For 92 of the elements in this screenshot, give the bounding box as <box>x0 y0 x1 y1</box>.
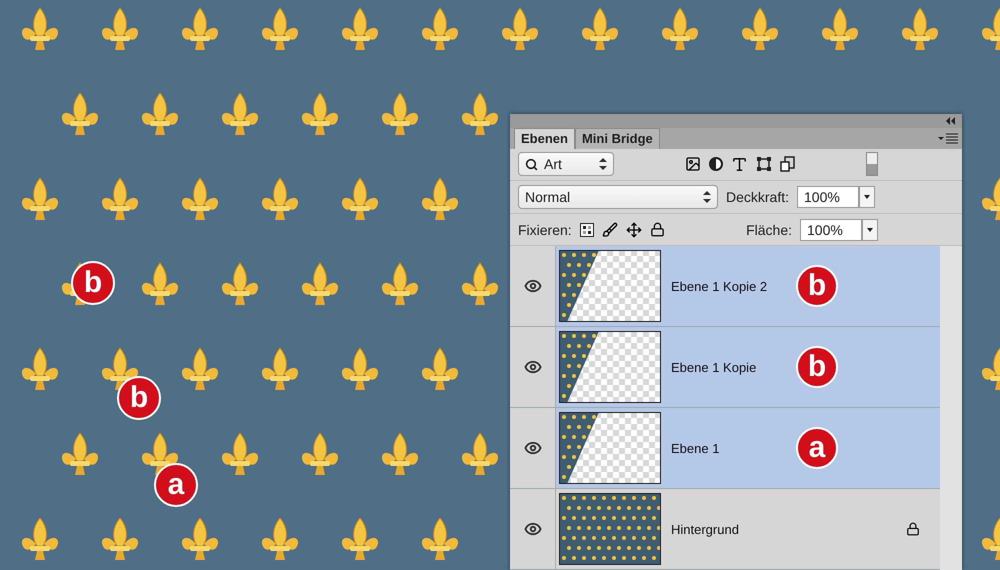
fill-dropdown-button[interactable] <box>862 218 878 241</box>
fleur-de-lis-drawing <box>22 348 58 390</box>
fleur-de-lis-drawing <box>142 92 178 135</box>
blend-mode-select[interactable]: Normal <box>518 184 718 209</box>
transform-icon[interactable] <box>756 156 772 172</box>
move-icon[interactable] <box>626 222 642 238</box>
fleur-de-lis-drawing <box>62 92 98 135</box>
fleur-de-lis-drawing <box>302 262 338 305</box>
fleur-de-lis-drawing <box>262 518 298 560</box>
fleur-de-lis-drawing <box>982 518 1000 560</box>
fleur-de-lis-drawing <box>142 262 178 305</box>
layer-row[interactable]: Ebene 1 Kopie b <box>510 327 940 408</box>
caret-icon <box>867 228 873 232</box>
callout-badge: b <box>117 376 161 420</box>
up-down-arrows-icon <box>599 158 607 170</box>
layer-name: Ebene 1 Kopie 2 <box>671 278 768 294</box>
fleur-de-lis-drawing <box>262 178 298 220</box>
lock-transparency-icon[interactable] <box>580 222 594 237</box>
fleur-de-lis-drawing <box>902 8 938 50</box>
fleur-de-lis-drawing <box>662 8 698 50</box>
filter-toggle-icon[interactable] <box>866 152 878 176</box>
opacity-field[interactable]: 100% <box>797 186 860 208</box>
fleur-de-lis-drawing <box>262 8 298 50</box>
fleur-de-lis-drawing <box>222 262 258 305</box>
fleur-de-lis-drawing <box>382 432 418 475</box>
image-filter-icon[interactable] <box>684 156 700 172</box>
callout-badge: a <box>154 463 198 507</box>
layer-name: Ebene 1 <box>671 440 720 456</box>
up-down-arrows-icon <box>703 190 711 203</box>
opacity-dropdown-button[interactable] <box>859 186 876 208</box>
fill-field[interactable]: 100% <box>800 218 862 241</box>
fleur-de-lis-drawing <box>62 432 98 475</box>
panel-tab[interactable]: Ebenen <box>514 128 575 149</box>
layer-row[interactable]: Ebene 1 Kopie 2 b <box>510 246 940 328</box>
fleur-de-lis-drawing <box>182 178 218 220</box>
panel-tab[interactable]: Mini Bridge <box>574 128 660 149</box>
fleur-de-lis-drawing <box>102 178 138 220</box>
brush-icon[interactable] <box>602 222 618 238</box>
fleur-de-lis-drawing <box>22 8 58 50</box>
fleur-de-lis-drawing <box>182 348 218 390</box>
layer-row[interactable]: Ebene 1 a <box>510 408 940 490</box>
type-filter-icon[interactable] <box>730 156 748 173</box>
fleur-de-lis-drawing <box>982 8 1000 50</box>
fleur-de-lis-drawing <box>342 348 378 390</box>
fleur-de-lis-drawing <box>222 92 258 135</box>
fleur-de-lis-drawing <box>422 518 458 560</box>
filter-select[interactable]: Art <box>518 152 614 176</box>
fleur-de-lis-drawing <box>422 8 458 50</box>
opacity-label: Deckkraft: <box>726 188 790 205</box>
half-circle-icon[interactable] <box>708 157 722 172</box>
fleur-de-lis-drawing <box>422 348 458 390</box>
fleur-de-lis-drawing <box>102 8 138 50</box>
callout-badge: b <box>796 346 838 388</box>
panel-menu-icon[interactable] <box>938 132 958 145</box>
fleur-de-lis-drawing <box>22 178 58 220</box>
fleur-de-lis-drawing <box>462 432 498 475</box>
fleur-de-lis-drawing <box>302 92 338 135</box>
fleur-de-lis-drawing <box>182 8 218 50</box>
fleur-de-lis-drawing <box>382 92 418 135</box>
caret-icon <box>864 194 870 199</box>
fleur-de-lis-drawing <box>422 178 458 220</box>
lock-label: Fixieren: <box>518 222 572 238</box>
fleur-de-lis-drawing <box>102 518 138 560</box>
fleur-de-lis-drawing <box>822 8 858 50</box>
fleur-de-lis-drawing <box>342 8 378 50</box>
fleur-de-lis-drawing <box>582 8 618 50</box>
callout-badge: b <box>71 261 115 305</box>
fleur-de-lis-drawing <box>982 348 1000 390</box>
fleur-de-lis-drawing <box>462 92 498 135</box>
callout-badge: b <box>796 265 838 308</box>
layer-name: Hintergrund <box>671 522 740 537</box>
fleur-de-lis-drawing <box>462 262 498 305</box>
fleur-de-lis-drawing <box>502 8 538 50</box>
callout-badge: a <box>796 427 838 470</box>
fleur-de-lis-drawing <box>342 518 378 560</box>
fleur-de-lis-drawing <box>302 432 338 475</box>
fleur-de-lis-drawing <box>382 262 418 305</box>
fleur-de-lis-drawing <box>142 432 178 475</box>
layer-name: Ebene 1 Kopie <box>671 360 758 375</box>
smart-object-icon[interactable] <box>780 156 796 172</box>
fleur-de-lis-drawing <box>262 348 298 390</box>
layer-row[interactable]: Hintergrund <box>510 489 940 570</box>
search-icon <box>525 158 538 171</box>
fill-label: Fläche: <box>746 222 792 238</box>
lock-icon[interactable] <box>650 222 665 238</box>
fleur-de-lis-drawing <box>982 178 1000 220</box>
fleur-de-lis-drawing <box>742 8 778 50</box>
collapse-icon[interactable] <box>946 116 956 125</box>
fleur-de-lis-drawing <box>222 432 258 475</box>
fleur-de-lis-drawing <box>182 518 218 560</box>
fleur-de-lis-drawing <box>22 518 58 560</box>
fleur-de-lis-drawing <box>342 178 378 220</box>
